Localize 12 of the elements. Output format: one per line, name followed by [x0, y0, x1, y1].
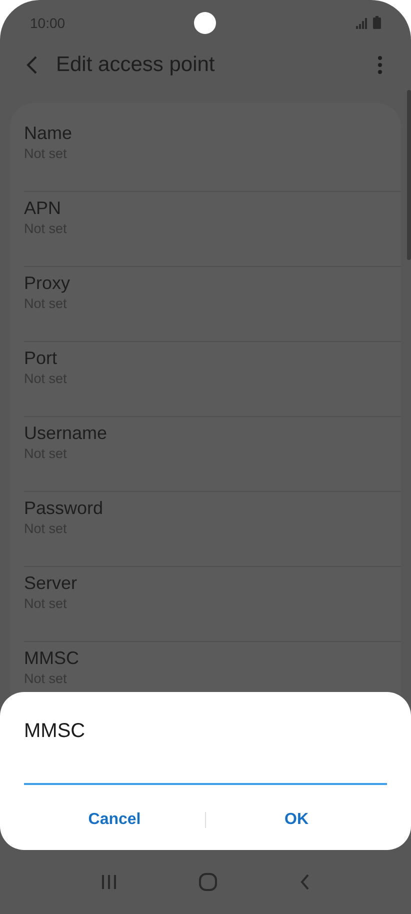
dialog-button[interactable]: Cancel — [24, 805, 205, 835]
dialog-button[interactable]: OK — [206, 805, 387, 835]
battery-icon — [373, 16, 381, 29]
signal-icon — [356, 18, 368, 29]
recent-apps-icon[interactable] — [101, 874, 118, 890]
more-options-icon[interactable] — [377, 55, 383, 75]
dialog-title: MMSC — [24, 720, 86, 743]
home-icon[interactable] — [199, 873, 218, 891]
screen-title: Edit access point — [56, 53, 215, 77]
back-nav-icon[interactable] — [300, 873, 310, 891]
back-icon[interactable] — [26, 55, 38, 75]
camera-hole-icon — [194, 12, 216, 34]
